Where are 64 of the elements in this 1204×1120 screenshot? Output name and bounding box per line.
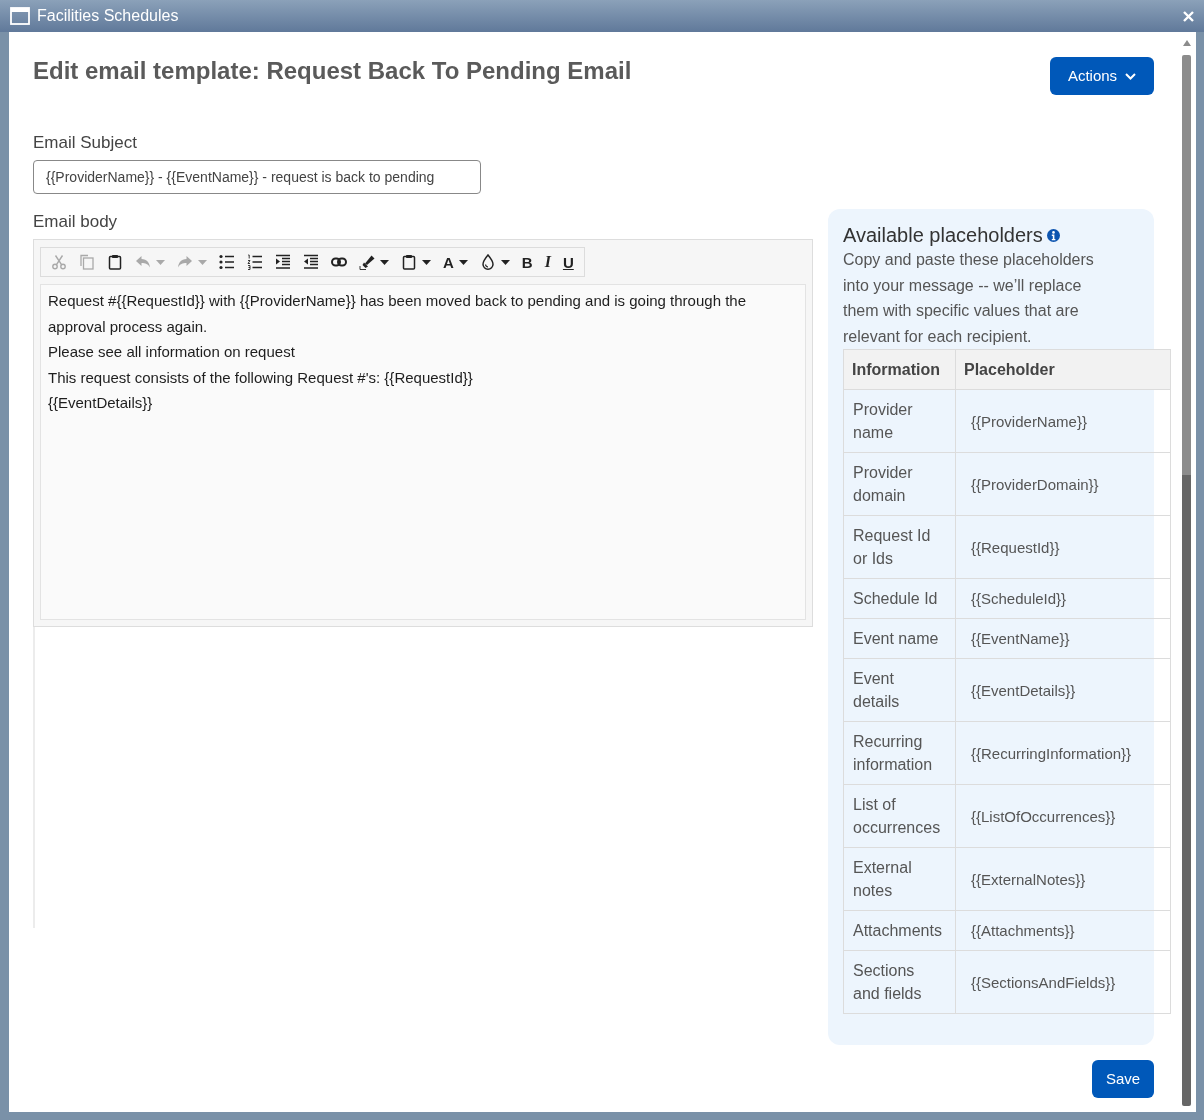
- link-icon: [331, 254, 347, 270]
- column-header: Information: [843, 349, 956, 390]
- table-cell: Event name: [843, 618, 956, 659]
- field-label: Email Subject: [33, 133, 138, 153]
- chevron-down-icon: [1125, 72, 1137, 80]
- caret-icon: [156, 259, 165, 265]
- close-icon: [1183, 10, 1194, 22]
- scissors-icon: [51, 254, 67, 270]
- caret-icon: [500, 259, 510, 265]
- table-cell: List of occurrences: [843, 784, 956, 848]
- window-icon: [10, 7, 30, 25]
- table-cell: Provider name: [843, 389, 956, 453]
- table-cell: Request Id or Ids: [843, 515, 956, 579]
- info-icon: [1046, 228, 1060, 242]
- table-cell: {{Attachments}}: [955, 910, 1171, 951]
- table-cell: {{ListOfOccurrences}}: [955, 784, 1171, 848]
- italic-button[interactable]: I: [538, 248, 557, 276]
- table-cell: Attachments: [843, 910, 956, 951]
- redo-icon: [177, 254, 193, 270]
- table-cell: Provider domain: [843, 452, 956, 516]
- caret-icon: [198, 259, 207, 265]
- table-cell: {{ExternalNotes}}: [955, 847, 1171, 911]
- field-label: Email body: [33, 212, 119, 232]
- window-title: Facilities Schedules: [37, 6, 179, 26]
- table-cell: {{RequestId}}: [955, 515, 1171, 579]
- bulleted-list-icon: [219, 254, 235, 270]
- table-cell: {{ProviderName}}: [955, 389, 1171, 453]
- table-cell: {{EventDetails}}: [955, 658, 1171, 722]
- table-cell: {{ScheduleId}}: [955, 578, 1171, 619]
- actions-button[interactable]: Actions: [1050, 57, 1154, 95]
- numbered-list-icon: [247, 254, 263, 270]
- font-color-button[interactable]: A: [437, 248, 474, 276]
- scroll-up-icon: [1182, 40, 1191, 46]
- table-cell: {{ProviderDomain}}: [955, 452, 1171, 516]
- close-button[interactable]: [1181, 8, 1196, 24]
- table-cell: Schedule Id: [843, 578, 956, 619]
- copy-icon: [79, 254, 95, 270]
- panel-title: Available placeholders: [843, 223, 1043, 247]
- undo-icon: [135, 254, 151, 270]
- marker-icon: [359, 254, 375, 270]
- table-cell: Event details: [843, 658, 956, 722]
- outdent-icon: [303, 254, 319, 270]
- save-button[interactable]: Save: [1092, 1060, 1154, 1099]
- underline-button[interactable]: U: [556, 248, 580, 276]
- droplet-icon: [479, 254, 496, 270]
- indent-icon: [275, 254, 291, 270]
- bold-button[interactable]: B: [515, 248, 539, 276]
- panel-description: Copy and paste these placeholders into your message -- we’ll replace them with specific values that are relevant for each recipient.: [843, 250, 1095, 347]
- body-editor-field[interactable]: Request #{{RequestId}} with {{ProviderName}} has been moved back to pending and is going through the approval process again. Please see all information on request This request consists of the following Request #'s: {{RequestId}} {{EventDetails}}: [40, 284, 806, 620]
- clipboard-icon: [401, 254, 417, 270]
- caret-icon: [458, 259, 468, 265]
- column-header: Placeholder: [955, 349, 1171, 390]
- page-heading: Edit email template: Request Back To Pending Email: [33, 57, 632, 85]
- table-cell: External notes: [843, 847, 956, 911]
- table-cell: Recurring information: [843, 721, 956, 785]
- caret-icon: [380, 259, 389, 265]
- table-cell: {{RecurringInformation}}: [955, 721, 1171, 785]
- table-cell: {{SectionsAndFields}}: [955, 950, 1171, 1014]
- caret-icon: [422, 259, 431, 265]
- scrollbar-thumb[interactable]: [1182, 55, 1191, 1106]
- table-cell: {{EventName}}: [955, 618, 1171, 659]
- clipboard-icon: [107, 254, 123, 270]
- subject-field[interactable]: {{ProviderName}} - {{EventName}} - request is back to pending: [33, 160, 481, 194]
- table-cell: Sections and fields: [843, 950, 956, 1014]
